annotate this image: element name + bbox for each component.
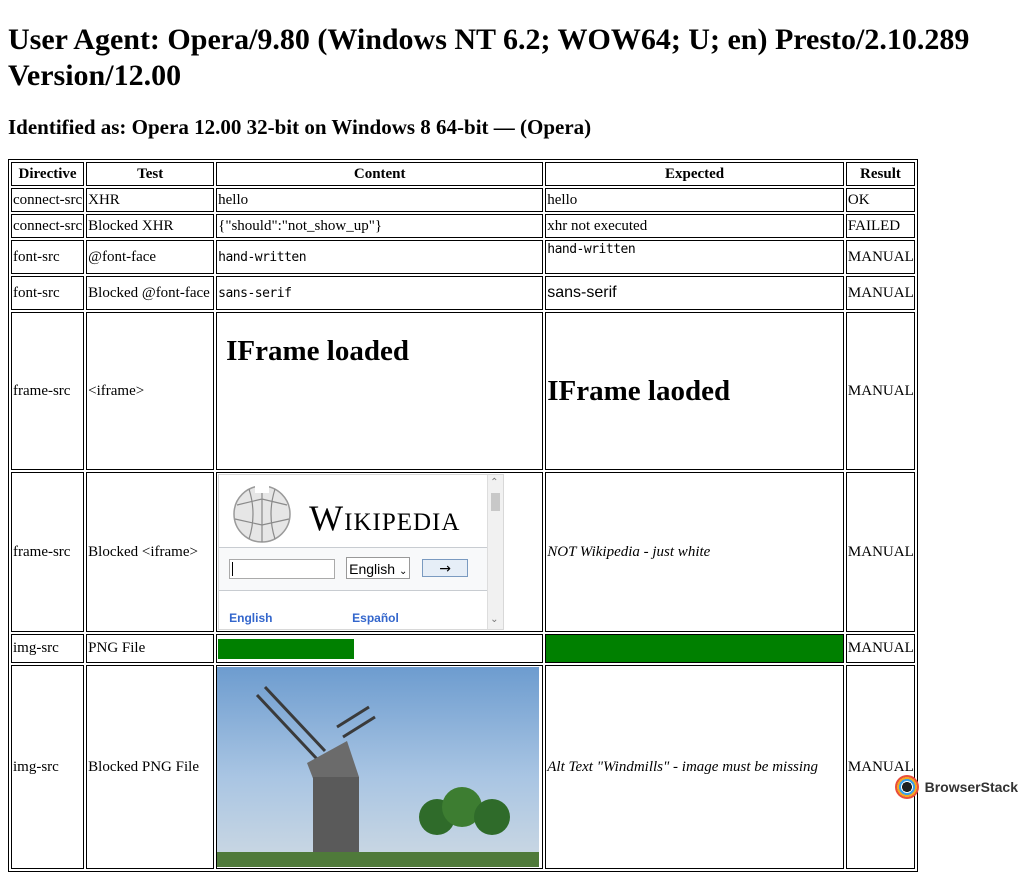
wikipedia-wordmark: Wikipedia — [309, 498, 461, 538]
cell-expected: hand-written — [545, 240, 844, 274]
cell-test: Blocked <iframe> — [86, 472, 215, 632]
header-test: Test — [86, 162, 215, 186]
wikipedia-iframe[interactable]: Wikipedia English ⌄ → English Español ⌃ … — [218, 474, 505, 630]
user-agent-heading: User Agent: Opera/9.80 (Windows NT 6.2; … — [8, 23, 970, 92]
cell-test: Blocked XHR — [86, 214, 215, 238]
iframe-loaded-cell: IFrame loaded — [216, 312, 544, 470]
cell-test: Blocked PNG File — [86, 665, 215, 869]
identified-heading: Identified as: Opera 12.00 32-bit on Win… — [8, 115, 592, 139]
cell-expected: NOT Wikipedia - just white — [545, 472, 844, 632]
browserstack-logo: BrowserStack — [894, 775, 1018, 799]
cell-directive: font-src — [11, 276, 85, 310]
cell-result: MANUAL — [845, 634, 915, 663]
table-row: frame-src <iframe> IFrame loaded IFrame … — [11, 312, 915, 470]
cell-expected: IFrame laoded — [545, 312, 844, 470]
table-row: connect-src Blocked XHR {"should":"not_s… — [11, 214, 915, 238]
scroll-up-icon[interactable]: ⌃ — [490, 477, 498, 488]
iframe-expected-text: IFrame laoded — [547, 374, 731, 407]
cell-test: @font-face — [86, 240, 215, 274]
cell-expected: hello — [545, 188, 844, 212]
cell-test: Blocked @font-face — [86, 276, 215, 310]
cell-result: FAILED — [845, 214, 915, 238]
cell-result: MANUAL — [845, 472, 915, 632]
cell-expected: sans-serif — [545, 276, 844, 310]
cell-result: MANUAL — [845, 240, 915, 274]
scroll-down-icon[interactable]: ⌄ — [490, 614, 498, 625]
green-png-image — [218, 638, 354, 659]
cell-directive: frame-src — [11, 472, 85, 632]
windmill-image — [217, 667, 540, 867]
cell-test: <iframe> — [86, 312, 215, 470]
green-expected-cell — [545, 634, 844, 663]
table-row: img-src Blocked PNG File Alt Text "Windm… — [11, 665, 915, 869]
cell-directive: img-src — [11, 665, 85, 869]
table-row: frame-src Blocked <iframe> Wikipedia Eng… — [11, 472, 915, 632]
header-expected: Expected — [545, 162, 844, 186]
cell-test: PNG File — [86, 634, 215, 663]
table-header-row: Directive Test Content Expected Result — [11, 162, 915, 186]
cell-content: sans-serif — [216, 276, 544, 310]
wikipedia-search-bar: English ⌄ → — [219, 547, 502, 591]
wikipedia-globe-icon — [233, 483, 291, 543]
png-content-cell — [216, 634, 544, 663]
windmill-image-cell — [216, 665, 544, 869]
wikipedia-link-english[interactable]: English — [229, 611, 272, 625]
table-row: font-src Blocked @font-face sans-serif s… — [11, 276, 915, 310]
header-directive: Directive — [11, 162, 85, 186]
cell-directive: img-src — [11, 634, 85, 663]
cell-content: hand-written — [216, 240, 544, 274]
browserstack-brand: BrowserStack — [924, 779, 1018, 795]
wikipedia-go-button[interactable]: → — [422, 559, 469, 577]
cell-result: OK — [845, 188, 915, 212]
cell-content: {"should":"not_show_up"} — [216, 214, 544, 238]
cell-expected: Alt Text "Windmills" - image must be mis… — [545, 665, 844, 869]
scroll-thumb[interactable] — [491, 493, 501, 511]
table-row: connect-src XHR hello hello OK — [11, 188, 915, 212]
header-result: Result — [845, 162, 915, 186]
wikipedia-link-espanol[interactable]: Español — [352, 611, 399, 625]
iframe-scrollbar[interactable]: ⌃ ⌄ — [487, 475, 504, 629]
cell-directive: font-src — [11, 240, 85, 274]
wikipedia-language-select[interactable]: English ⌄ — [346, 557, 411, 579]
cell-directive: connect-src — [11, 188, 85, 212]
browserstack-icon — [894, 775, 919, 799]
wikipedia-search-input[interactable] — [229, 559, 336, 579]
cell-expected: xhr not executed — [545, 214, 844, 238]
table-row: img-src PNG File MANUAL — [11, 634, 915, 663]
language-select-value: English — [349, 561, 396, 577]
iframe-loaded-text: IFrame loaded — [226, 334, 409, 367]
table-row: font-src @font-face hand-written hand-wr… — [11, 240, 915, 274]
cell-result: MANUAL — [845, 312, 915, 470]
cell-test: XHR — [86, 188, 215, 212]
header-content: Content — [216, 162, 544, 186]
cell-result: MANUAL — [845, 665, 915, 869]
results-table: Directive Test Content Expected Result c… — [8, 159, 918, 872]
wikipedia-iframe-cell: Wikipedia English ⌄ → English Español ⌃ … — [216, 472, 544, 632]
cell-directive: frame-src — [11, 312, 85, 470]
cell-directive: connect-src — [11, 214, 85, 238]
windmill-picture — [217, 685, 540, 867]
cell-content: hello — [216, 188, 544, 212]
cell-result: MANUAL — [845, 276, 915, 310]
chevron-down-icon: ⌄ — [398, 566, 408, 577]
